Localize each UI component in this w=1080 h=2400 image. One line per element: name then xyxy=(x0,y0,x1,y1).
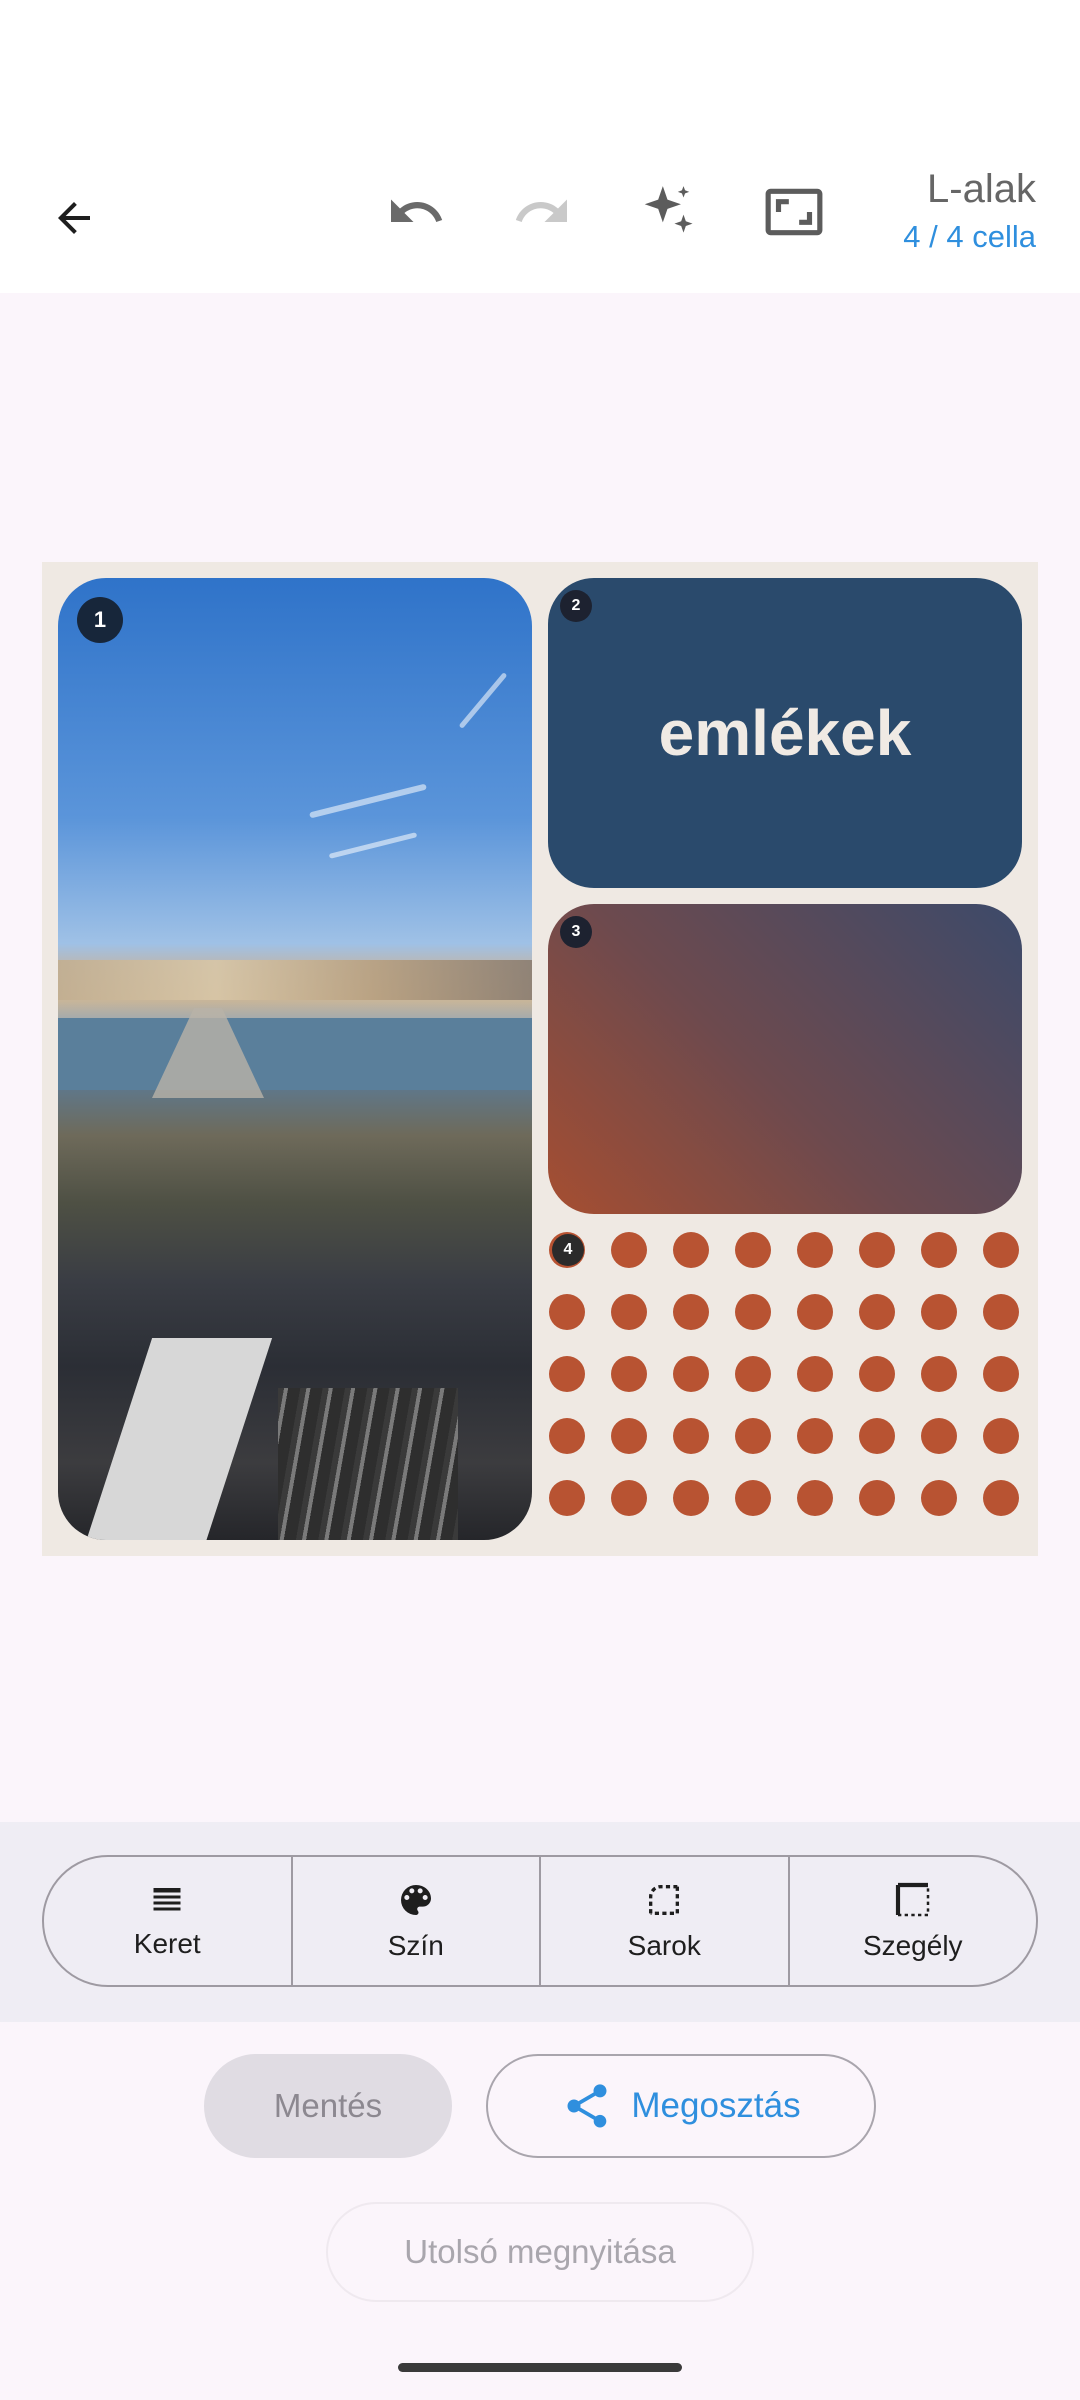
pattern-dot xyxy=(797,1294,833,1330)
cell-number-badge: 2 xyxy=(560,590,592,622)
photo-detail xyxy=(58,1018,532,1090)
pattern-dot xyxy=(797,1480,833,1516)
share-button[interactable]: Megosztás xyxy=(486,2054,876,2158)
pattern-dot xyxy=(859,1480,895,1516)
top-app-bar: L-alak 4 / 4 cella xyxy=(0,0,1080,293)
dot-pattern xyxy=(548,1230,1022,1540)
undo-icon xyxy=(391,199,443,222)
pattern-dot xyxy=(797,1418,833,1454)
save-button[interactable]: Mentés xyxy=(204,2054,452,2158)
auto-arrange-button[interactable] xyxy=(632,176,704,248)
pattern-dot xyxy=(549,1418,585,1454)
cell-number-badge: 4 xyxy=(552,1234,584,1266)
photo-detail xyxy=(309,783,427,819)
pattern-dot xyxy=(549,1480,585,1516)
pattern-dot xyxy=(611,1232,647,1268)
collage-cell-1[interactable]: 1 xyxy=(58,578,532,1540)
pattern-dot xyxy=(983,1418,1019,1454)
photo-detail xyxy=(458,672,508,729)
pattern-dot xyxy=(673,1232,709,1268)
pattern-dot xyxy=(983,1294,1019,1330)
pattern-dot xyxy=(983,1232,1019,1268)
tool-label: Szegély xyxy=(862,1930,963,1961)
pattern-dot xyxy=(735,1418,771,1454)
pattern-dot xyxy=(859,1294,895,1330)
pattern-dot xyxy=(735,1294,771,1330)
tool-label: Szín xyxy=(387,1930,444,1961)
tool-color-button[interactable]: Szín xyxy=(293,1857,541,1985)
pattern-dot xyxy=(611,1418,647,1454)
pattern-dot xyxy=(611,1294,647,1330)
collage-cell-4[interactable]: 4 xyxy=(548,1230,1022,1540)
pattern-dot xyxy=(797,1232,833,1268)
pattern-dot xyxy=(673,1418,709,1454)
palette-icon xyxy=(400,1885,431,1915)
back-button[interactable] xyxy=(38,182,110,254)
cell-number-badge: 1 xyxy=(77,597,123,643)
cell-number-badge: 3 xyxy=(560,916,592,948)
pattern-dot xyxy=(611,1480,647,1516)
collage-cell-3[interactable]: 3 xyxy=(548,904,1022,1214)
tool-border-button[interactable]: Szegély xyxy=(790,1857,1037,1985)
pattern-dot xyxy=(983,1356,1019,1392)
pattern-dot xyxy=(549,1294,585,1330)
pattern-dot xyxy=(859,1356,895,1392)
layout-info: L-alak 4 / 4 cella xyxy=(903,165,1036,257)
tool-corner-button[interactable]: Sarok xyxy=(541,1857,790,1985)
corner-icon xyxy=(649,1885,680,1915)
photo-detail xyxy=(58,960,532,1000)
pattern-dot xyxy=(859,1232,895,1268)
aspect-ratio-icon xyxy=(765,188,823,236)
pattern-dot xyxy=(921,1294,957,1330)
collage-cell-2[interactable]: 2 emlékek xyxy=(548,578,1022,888)
pattern-dot xyxy=(921,1356,957,1392)
pattern-dot xyxy=(921,1480,957,1516)
pattern-dot xyxy=(797,1356,833,1392)
tool-label: Keret xyxy=(133,1928,201,1959)
tool-segmented-control: Keret Szín Sarok Szegély xyxy=(42,1855,1038,1987)
undo-button[interactable] xyxy=(380,176,452,248)
photo-detail xyxy=(278,1388,458,1540)
pattern-dot xyxy=(549,1356,585,1392)
pattern-dot xyxy=(673,1356,709,1392)
cell-text: emlékek xyxy=(658,697,912,769)
collage-canvas: 1 2 emlékek 3 4 xyxy=(42,562,1038,1556)
redo-icon xyxy=(515,199,567,222)
pattern-dot xyxy=(673,1294,709,1330)
tool-label: Sarok xyxy=(627,1930,701,1961)
layout-name: L-alak xyxy=(927,167,1036,211)
pattern-dot xyxy=(611,1356,647,1392)
photo-detail xyxy=(328,832,418,859)
share-label: Megosztás xyxy=(631,2086,801,2125)
pattern-dot xyxy=(735,1356,771,1392)
share-icon xyxy=(567,2084,607,2128)
cell-count: 4 / 4 cella xyxy=(903,219,1036,254)
tool-frame-button[interactable]: Keret xyxy=(44,1857,293,1985)
frame-lines-icon xyxy=(153,1888,181,1911)
pattern-dot xyxy=(921,1232,957,1268)
redo-button[interactable] xyxy=(506,176,578,248)
pattern-dot xyxy=(921,1418,957,1454)
sparkles-icon xyxy=(644,186,693,233)
back-arrow-icon xyxy=(58,202,90,234)
photo-detail xyxy=(83,1338,273,1540)
pattern-dot xyxy=(983,1480,1019,1516)
home-indicator xyxy=(398,2363,682,2372)
pattern-dot xyxy=(735,1232,771,1268)
pattern-dot xyxy=(735,1480,771,1516)
aspect-ratio-button[interactable] xyxy=(758,176,830,248)
border-icon xyxy=(895,1882,929,1917)
open-last-button[interactable]: Utolsó megnyitása xyxy=(326,2202,754,2302)
pattern-dot xyxy=(673,1480,709,1516)
pattern-dot xyxy=(859,1418,895,1454)
